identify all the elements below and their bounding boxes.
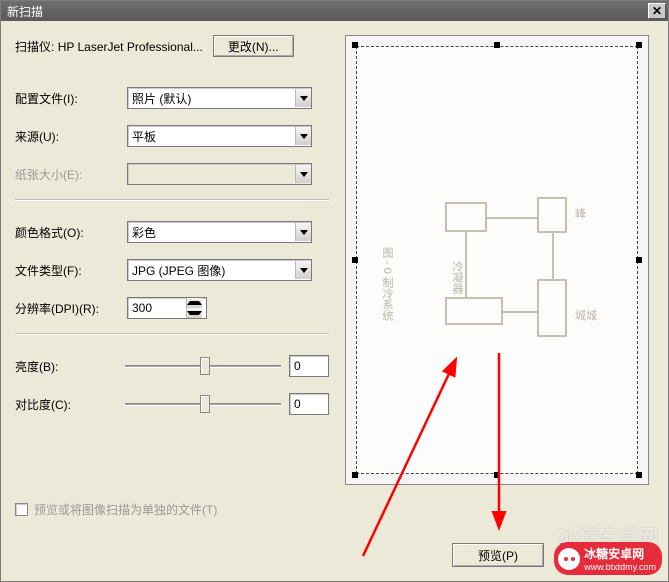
dropdown-papersize <box>127 163 312 185</box>
crop-handle[interactable] <box>352 42 358 48</box>
row-colorfmt: 颜色格式(O): 彩色 <box>15 219 329 245</box>
crop-handle[interactable] <box>494 42 500 48</box>
dpi-spin-down[interactable] <box>186 308 202 318</box>
row-papersize: 纸张大小(E): <box>15 161 329 187</box>
contrast-slider[interactable] <box>125 393 281 415</box>
label-papersize: 纸张大小(E): <box>15 166 127 183</box>
crop-handle[interactable] <box>352 257 358 263</box>
preview-selection[interactable]: 图 - 0 制冷系统 冷凝器 峰 城城 <box>356 46 638 474</box>
dropdown-source[interactable]: 平板 <box>127 125 312 147</box>
crop-handle[interactable] <box>494 472 500 478</box>
watermark-badge: 冰糖安卓网 www.btxtdmy.com <box>554 542 662 575</box>
label-contrast: 对比度(C): <box>15 396 125 413</box>
dropdown-profile-value: 照片 (默认) <box>132 90 191 107</box>
chevron-down-icon <box>295 165 311 183</box>
dpi-spin-up[interactable] <box>186 298 202 308</box>
dpi-spinner[interactable] <box>127 297 207 319</box>
dropdown-filetype[interactable]: JPG (JPEG 图像) <box>127 259 312 281</box>
label-colorfmt: 颜色格式(O): <box>15 224 127 241</box>
settings-panel: 扫描仪: HP LaserJet Professional... 更改(N)..… <box>1 21 341 581</box>
close-icon: ✕ <box>652 4 662 18</box>
chevron-down-icon <box>295 127 311 145</box>
separate-files-label: 预览或将图像扫描为单独的文件(T) <box>34 501 217 518</box>
scan-dialog: 新扫描 ✕ 扫描仪: HP LaserJet Professional... 更… <box>0 0 669 582</box>
row-dpi: 分辨率(DPI)(R): <box>15 295 329 321</box>
preview-panel: 图 - 0 制冷系统 冷凝器 峰 城城 <box>341 21 668 581</box>
dialog-content: 扫描仪: HP LaserJet Professional... 更改(N)..… <box>1 21 668 581</box>
crop-handle[interactable] <box>636 42 642 48</box>
label-profile: 配置文件(I): <box>15 90 127 107</box>
watermark-url: www.btxtdmy.com <box>584 562 656 572</box>
brightness-value[interactable] <box>289 355 329 377</box>
preview-button[interactable]: 预览(P) <box>452 543 544 567</box>
contrast-value[interactable] <box>289 393 329 415</box>
row-brightness: 亮度(B): <box>15 353 329 379</box>
label-dpi: 分辨率(DPI)(R): <box>15 300 127 317</box>
brightness-thumb[interactable] <box>200 357 210 375</box>
crop-handle[interactable] <box>636 257 642 263</box>
dropdown-colorfmt[interactable]: 彩色 <box>127 221 312 243</box>
dropdown-colorfmt-value: 彩色 <box>132 224 156 241</box>
label-filetype: 文件类型(F): <box>15 262 127 279</box>
dpi-input[interactable] <box>128 298 186 318</box>
chevron-down-icon <box>295 261 311 279</box>
crop-handle[interactable] <box>636 472 642 478</box>
change-scanner-button[interactable]: 更改(N)... <box>213 35 294 57</box>
brightness-slider[interactable] <box>125 355 281 377</box>
separate-files-row: 预览或将图像扫描为单独的文件(T) <box>15 501 217 518</box>
crop-handle[interactable] <box>352 472 358 478</box>
separator <box>15 199 329 201</box>
contrast-thumb[interactable] <box>200 395 210 413</box>
row-profile: 配置文件(I): 照片 (默认) <box>15 85 329 111</box>
separator <box>15 333 329 335</box>
scan-preview-sketch: 图 - 0 制冷系统 冷凝器 峰 城城 <box>405 187 605 357</box>
row-source: 来源(U): 平板 <box>15 123 329 149</box>
scanner-row: 扫描仪: HP LaserJet Professional... 更改(N)..… <box>15 35 329 57</box>
label-brightness: 亮度(B): <box>15 358 125 375</box>
chevron-down-icon <box>295 89 311 107</box>
watermark-icon <box>558 548 580 570</box>
titlebar: 新扫描 ✕ <box>1 1 668 21</box>
label-source: 来源(U): <box>15 128 127 145</box>
separate-files-checkbox[interactable] <box>15 503 28 516</box>
close-button[interactable]: ✕ <box>648 3 666 19</box>
window-title: 新扫描 <box>7 3 43 20</box>
dropdown-source-value: 平板 <box>132 128 156 145</box>
dropdown-filetype-value: JPG (JPEG 图像) <box>132 262 225 279</box>
row-contrast: 对比度(C): <box>15 391 329 417</box>
scanner-label: 扫描仪: HP LaserJet Professional... <box>15 38 203 55</box>
watermark-brand: 冰糖安卓网 <box>584 545 656 562</box>
row-filetype: 文件类型(F): JPG (JPEG 图像) <box>15 257 329 283</box>
chevron-down-icon <box>295 223 311 241</box>
dropdown-profile[interactable]: 照片 (默认) <box>127 87 312 109</box>
preview-frame: 图 - 0 制冷系统 冷凝器 峰 城城 <box>345 35 649 485</box>
